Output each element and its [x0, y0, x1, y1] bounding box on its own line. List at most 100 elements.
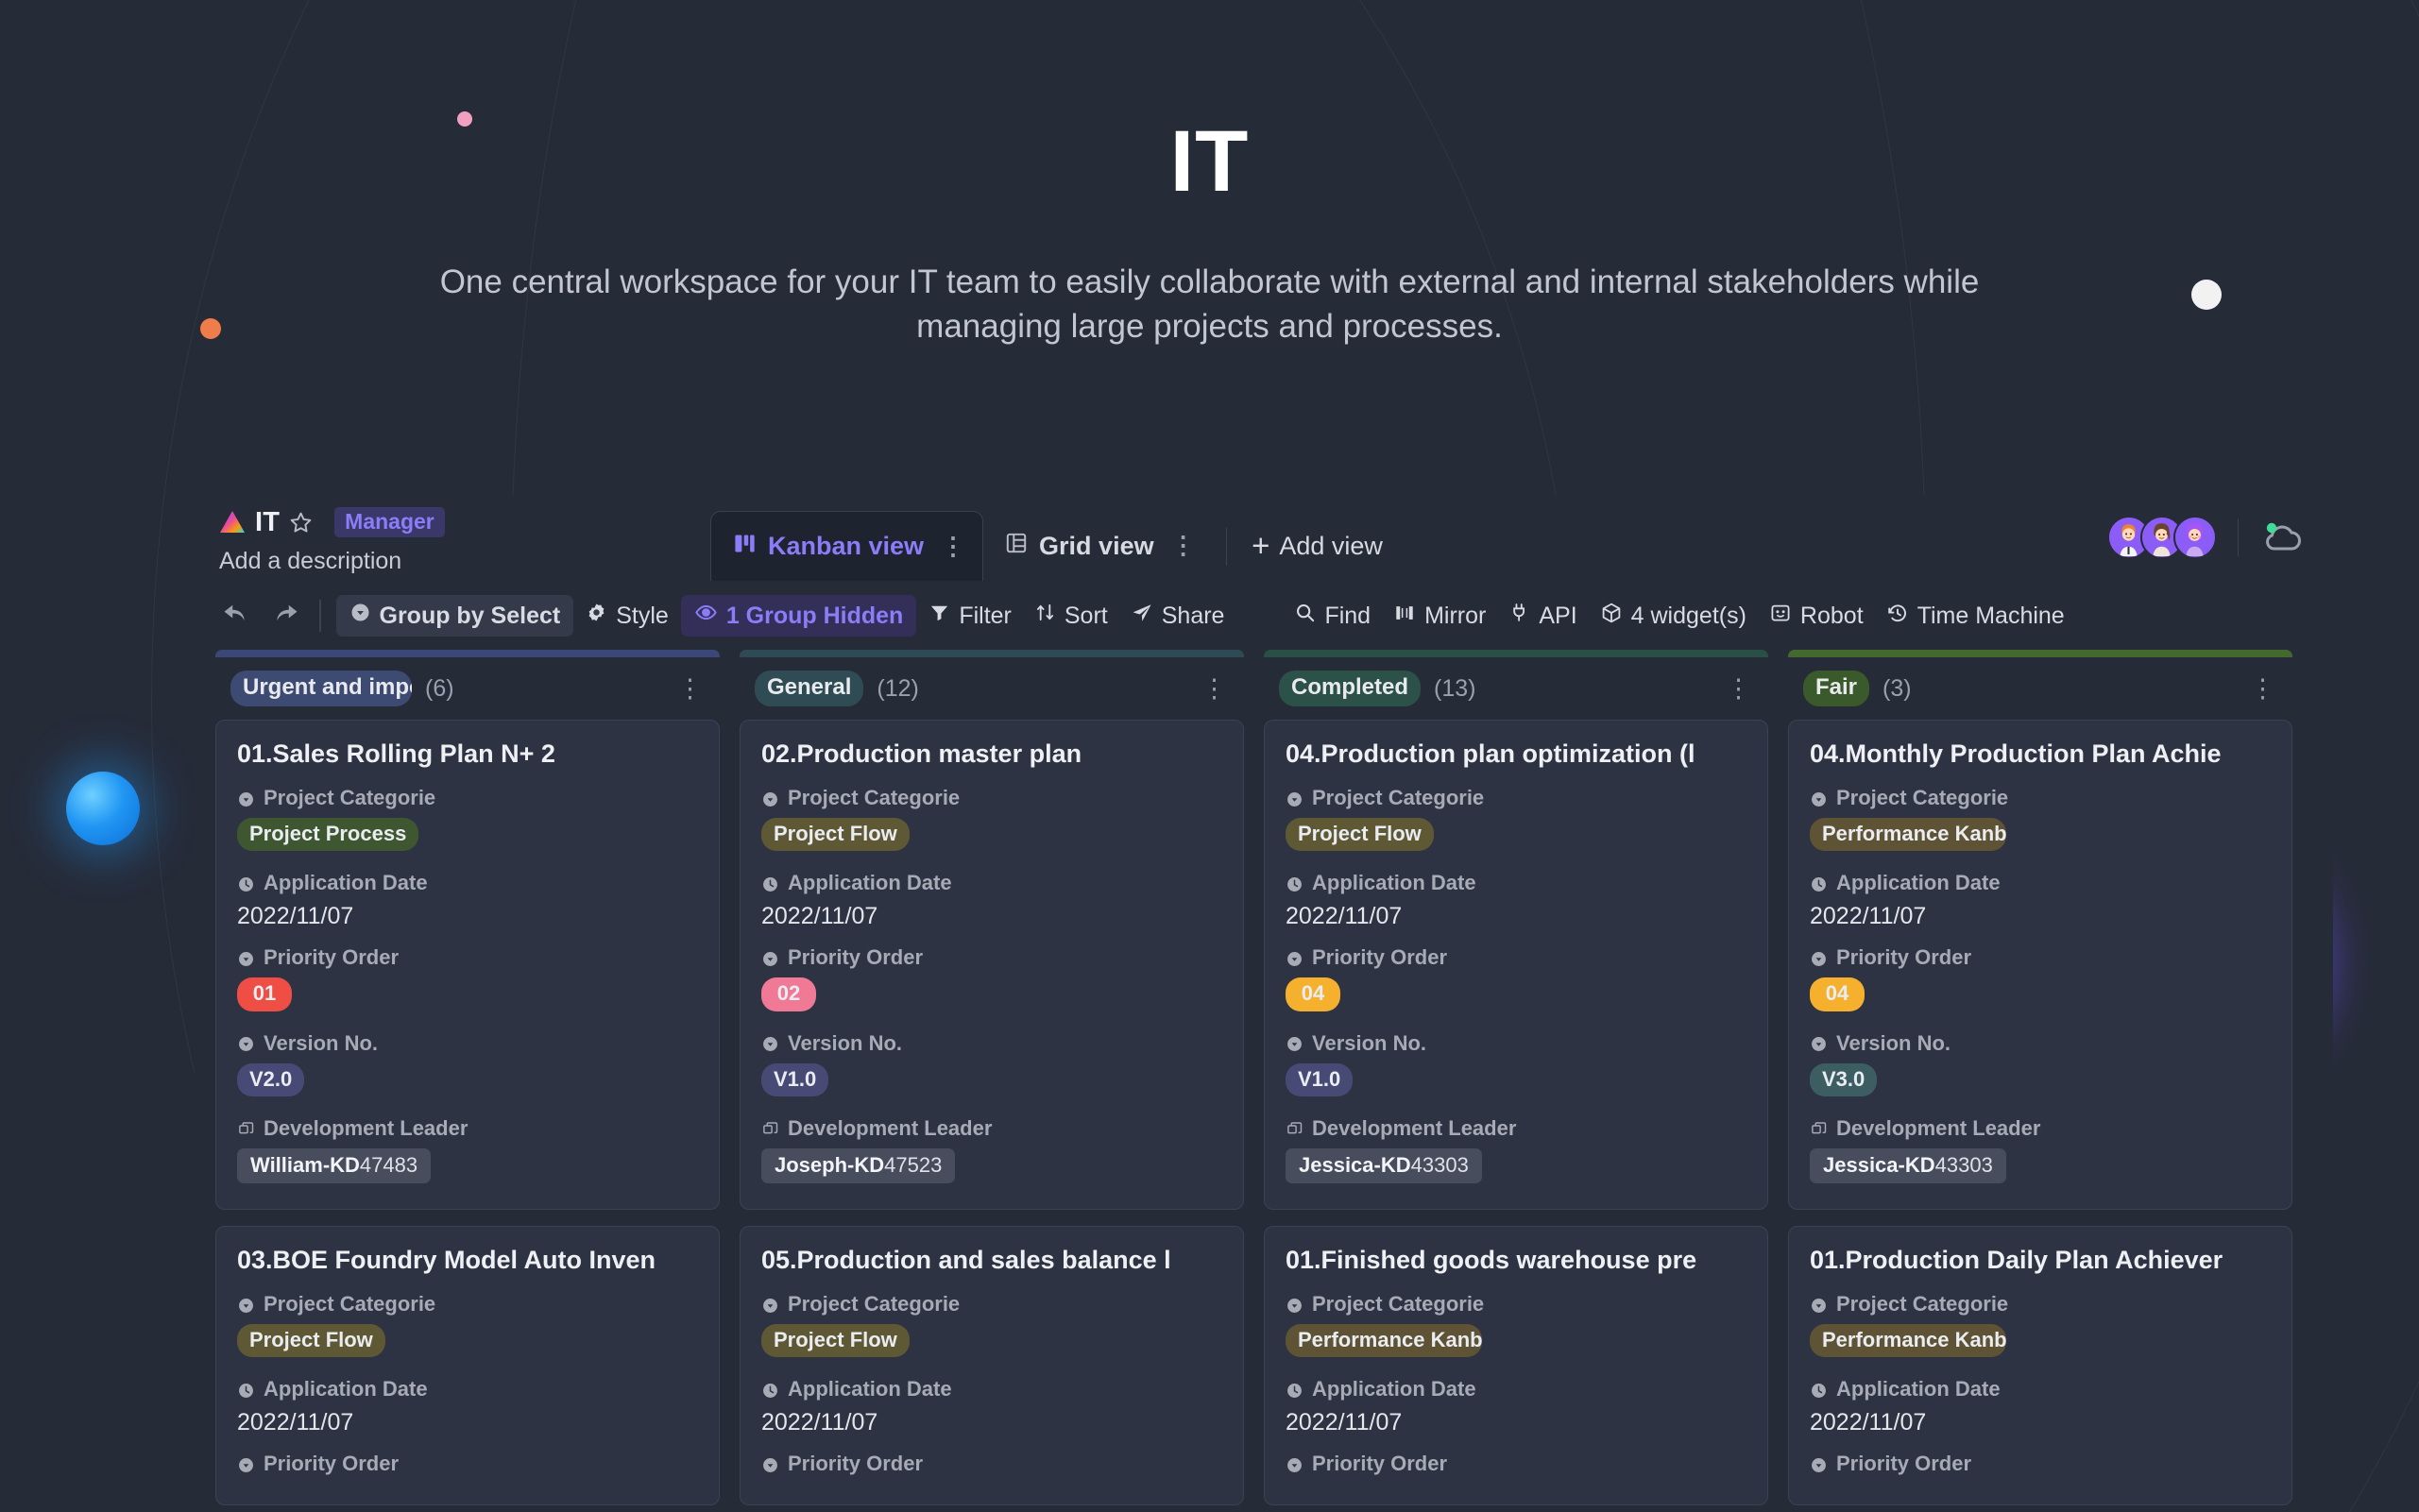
robot-icon [1769, 602, 1792, 631]
avatar[interactable] [2173, 516, 2217, 559]
card-title: 01.Production Daily Plan Achiever [1810, 1245, 2271, 1275]
card-field-label: Priority Order [237, 1452, 698, 1476]
card-member-tag[interactable]: Joseph-KD47523 [761, 1148, 955, 1183]
time-machine-button[interactable]: Time Machine [1876, 595, 2075, 637]
card-member-tag[interactable]: Jessica-KD43303 [1810, 1148, 2006, 1183]
more-vertical-icon[interactable]: ⋮ [1726, 682, 1751, 696]
find-label: Find [1324, 603, 1371, 630]
select-field-icon [1286, 1034, 1303, 1052]
card-field-label: Development Leader [1810, 1116, 2271, 1141]
column-accent-bar [215, 650, 720, 657]
clock-icon [237, 1381, 255, 1399]
style-button[interactable]: Style [575, 595, 679, 637]
mirror-label: Mirror [1424, 603, 1486, 630]
clock-icon [1286, 875, 1303, 892]
filter-button[interactable]: Filter [918, 595, 1022, 637]
filter-icon [928, 602, 950, 630]
clock-icon [1810, 875, 1828, 892]
app-header: IT Manager Add a description [195, 495, 2333, 582]
card-member-tag[interactable]: Jessica-KD43303 [1286, 1148, 1482, 1183]
star-icon[interactable] [288, 510, 314, 535]
card-tag[interactable]: Project Process [237, 818, 418, 851]
card-tag[interactable]: 02 [761, 977, 816, 1011]
tab-kanban-view[interactable]: Kanban view ⋮ [710, 511, 983, 581]
card-tag[interactable]: V3.0 [1810, 1063, 1877, 1096]
card-field: Project CategorieProject Flow [761, 1292, 1222, 1372]
more-vertical-icon[interactable]: ⋮ [677, 682, 703, 696]
cloud-sync-icon[interactable] [2259, 518, 2308, 557]
card-tag[interactable]: 04 [1286, 977, 1340, 1011]
column-name-chip[interactable]: Fair [1803, 671, 1869, 705]
workspace-description[interactable]: Add a description [219, 548, 427, 575]
card-field: Development LeaderWilliam-KD47483 [237, 1116, 698, 1183]
widgets-button[interactable]: 4 widget(s) [1590, 595, 1757, 637]
member-icon [1810, 1119, 1828, 1137]
tab-grid-view[interactable]: Grid view ⋮ [983, 511, 1213, 581]
grid-icon [1004, 531, 1029, 562]
more-vertical-icon[interactable]: ⋮ [2250, 682, 2275, 696]
eye-icon [694, 601, 718, 631]
card-field-value: 2022/11/07 [1286, 1409, 1746, 1436]
view-tabs: Kanban view ⋮ Grid view ⋮ [710, 511, 1394, 581]
select-field-icon [1286, 1455, 1303, 1473]
column-header: Completed(13)⋮ [1264, 657, 1768, 720]
card-tag[interactable]: V1.0 [761, 1063, 828, 1096]
column-cards: 04.Monthly Production Plan AchieProject … [1788, 720, 2292, 1505]
clock-icon [761, 875, 779, 892]
group-by-button[interactable]: Group by Select [336, 595, 574, 637]
kanban-card[interactable]: 01.Production Daily Plan AchieverProject… [1788, 1226, 2292, 1505]
robot-button[interactable]: Robot [1759, 595, 1874, 637]
find-button[interactable]: Find [1284, 595, 1381, 637]
card-tag[interactable]: V1.0 [1286, 1063, 1353, 1096]
mirror-button[interactable]: Mirror [1383, 595, 1496, 637]
card-tag[interactable]: Performance Kanban [1810, 818, 2006, 851]
card-tag[interactable]: Project Flow [1286, 818, 1434, 851]
card-tag[interactable]: Performance Kanban [1810, 1324, 2006, 1357]
redo-arrow-icon[interactable] [264, 595, 306, 637]
card-field: Version No.V2.0 [237, 1031, 698, 1112]
kanban-card[interactable]: 05.Production and sales balance lProject… [740, 1226, 1244, 1505]
card-member-tag[interactable]: William-KD47483 [237, 1148, 431, 1183]
column-name-chip[interactable]: General [755, 671, 863, 705]
card-tag[interactable]: Project Flow [761, 818, 910, 851]
select-field-icon [1810, 949, 1828, 967]
card-tag[interactable]: Project Flow [761, 1324, 910, 1357]
add-view-button[interactable]: + Add view [1240, 511, 1394, 581]
sort-button[interactable]: Sort [1024, 595, 1118, 637]
column-count: (12) [877, 675, 918, 703]
plus-icon: + [1252, 534, 1269, 558]
select-field-icon [1286, 790, 1303, 807]
undo-arrow-icon[interactable] [215, 595, 257, 637]
column-name-chip[interactable]: Urgent and important [230, 671, 412, 705]
view-toolbar: Group by Select Style [195, 582, 2333, 650]
kanban-card[interactable]: 04.Production plan optimization (lProjec… [1264, 720, 1768, 1210]
kanban-card[interactable]: 03.BOE Foundry Model Auto InvenProject C… [215, 1226, 720, 1505]
divider [319, 600, 321, 632]
api-button[interactable]: API [1498, 595, 1587, 637]
tab-menu-icon[interactable]: ⋮ [1171, 538, 1196, 553]
hidden-groups-button[interactable]: 1 Group Hidden [681, 595, 917, 637]
role-badge: Manager [334, 507, 445, 537]
share-label: Share [1162, 603, 1225, 630]
kanban-card[interactable]: 02.Production master planProject Categor… [740, 720, 1244, 1210]
tab-menu-icon[interactable]: ⋮ [941, 539, 965, 554]
share-button[interactable]: Share [1120, 595, 1235, 637]
card-tag[interactable]: Performance Kanban [1286, 1324, 1482, 1357]
card-field: Priority Order04 [1810, 945, 2271, 1026]
column-name-chip[interactable]: Completed [1279, 671, 1421, 705]
workspace-title: IT [255, 507, 280, 538]
card-tag[interactable]: 01 [237, 977, 292, 1011]
card-field: Application Date2022/11/07 [761, 871, 1222, 930]
more-vertical-icon[interactable]: ⋮ [1201, 682, 1227, 696]
kanban-card[interactable]: 01.Finished goods warehouse preProject C… [1264, 1226, 1768, 1505]
card-tag[interactable]: V2.0 [237, 1063, 304, 1096]
card-field-label: Application Date [1286, 871, 1746, 895]
card-tag[interactable]: Project Flow [237, 1324, 385, 1357]
card-field: Project CategorieProject Flow [1286, 786, 1746, 866]
divider [1226, 528, 1228, 566]
card-field-value: 2022/11/07 [1810, 1409, 2271, 1436]
collaborator-avatars[interactable] [2107, 516, 2217, 559]
card-tag[interactable]: 04 [1810, 977, 1865, 1011]
kanban-card[interactable]: 04.Monthly Production Plan AchieProject … [1788, 720, 2292, 1210]
kanban-card[interactable]: 01.Sales Rolling Plan N+ 2Project Catego… [215, 720, 720, 1210]
